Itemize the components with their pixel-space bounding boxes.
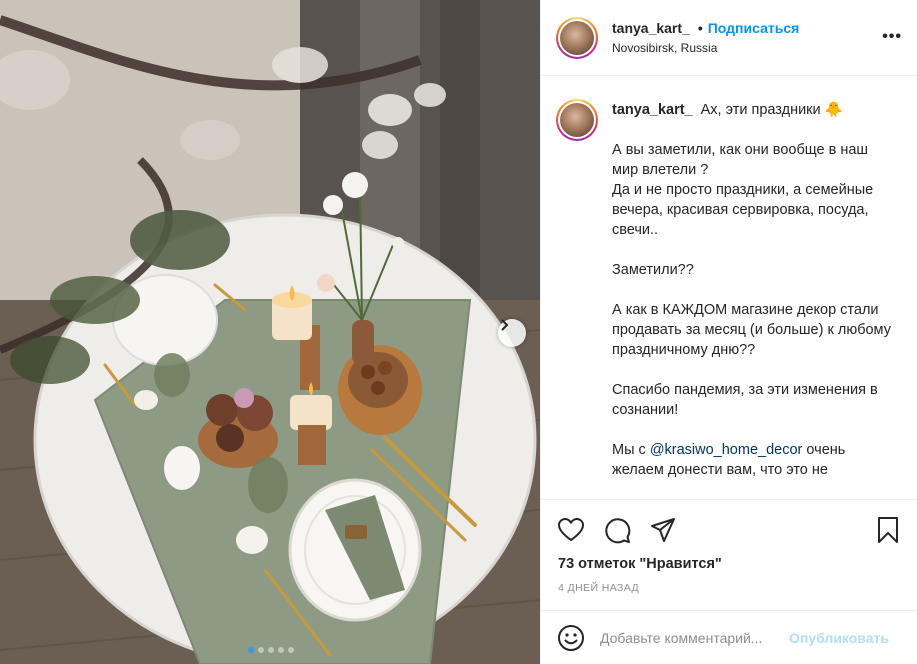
heart-icon[interactable] bbox=[557, 516, 585, 544]
follow-button[interactable]: Подписаться bbox=[708, 21, 800, 35]
comment-input[interactable] bbox=[600, 629, 785, 646]
caption-username[interactable]: tanya_kart_ bbox=[612, 102, 693, 118]
caption-paragraph: А вы заметили, как они вообще в наш мир … bbox=[612, 142, 874, 238]
carousel-dot[interactable] bbox=[258, 647, 264, 653]
caption-paragraph: Заметили?? bbox=[612, 262, 694, 278]
emoji-icon[interactable] bbox=[557, 624, 585, 652]
post-comment-button[interactable]: Опубликовать bbox=[789, 630, 889, 646]
mention-link[interactable]: @krasiwo_home_decor bbox=[650, 442, 803, 458]
post-timestamp[interactable]: 4 ДНЕЙ НАЗАД bbox=[558, 582, 639, 594]
bookmark-icon[interactable] bbox=[874, 516, 902, 544]
post-sidebar: tanya_kart_ • Подписаться Novosibirsk, R… bbox=[540, 0, 917, 664]
carousel-dot[interactable] bbox=[278, 647, 284, 653]
caption-text: Мы с bbox=[612, 442, 650, 458]
likes-count[interactable]: 73 отметок "Нравится" bbox=[558, 556, 722, 572]
carousel-indicator bbox=[248, 647, 294, 653]
more-options-icon[interactable]: ••• bbox=[882, 29, 902, 45]
action-bar: 73 отметок "Нравится" 4 ДНЕЙ НАЗАД bbox=[541, 499, 917, 609]
carousel-next-button[interactable] bbox=[498, 319, 526, 347]
post-photo[interactable] bbox=[0, 0, 540, 664]
comments-area[interactable]: tanya_kart_ Ах, эти праздники 🐥 А вы зам… bbox=[541, 77, 917, 498]
caption-avatar[interactable] bbox=[556, 99, 598, 141]
caption-paragraph: Мы с @krasiwo_home_decor очень желаем до… bbox=[612, 440, 892, 480]
carousel-dot[interactable] bbox=[248, 647, 254, 653]
carousel-dot[interactable] bbox=[268, 647, 274, 653]
carousel-dot[interactable] bbox=[288, 647, 294, 653]
caption-paragraph: Спасибо пандемия, за эти изменения в соз… bbox=[612, 382, 878, 418]
chevron-right-icon bbox=[501, 319, 509, 331]
caption: tanya_kart_ Ах, эти праздники 🐥 А вы зам… bbox=[556, 99, 902, 480]
photo-illustration bbox=[0, 0, 540, 664]
separator-dot: • bbox=[697, 20, 703, 36]
share-icon[interactable] bbox=[649, 516, 677, 544]
avatar[interactable] bbox=[556, 16, 598, 59]
caption-paragraph: А как в КАЖДОМ магазине декор стали прод… bbox=[612, 302, 891, 358]
caption-title: Ах, эти праздники 🐥 bbox=[700, 102, 843, 118]
add-comment-bar: Опубликовать bbox=[541, 610, 917, 664]
author-username[interactable]: tanya_kart_ bbox=[612, 21, 690, 35]
post-header: tanya_kart_ • Подписаться Novosibirsk, R… bbox=[541, 0, 917, 76]
comment-icon[interactable] bbox=[603, 516, 631, 544]
location-link[interactable]: Novosibirsk, Russia bbox=[612, 42, 799, 54]
